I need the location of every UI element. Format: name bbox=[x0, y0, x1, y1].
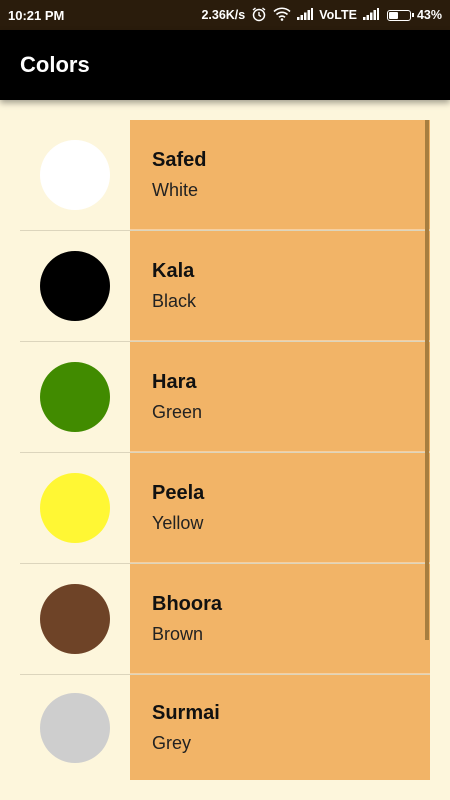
swatch-cell bbox=[20, 564, 130, 674]
list-item[interactable]: Safed White bbox=[20, 120, 430, 231]
app-bar: Colors bbox=[0, 30, 450, 100]
color-name: Kala bbox=[152, 259, 195, 282]
color-swatch bbox=[40, 362, 110, 432]
list-item[interactable]: Hara Green bbox=[20, 342, 430, 453]
battery-percent: 43% bbox=[416, 8, 442, 22]
color-meaning: Grey bbox=[152, 732, 192, 753]
color-text-card[interactable]: Kala Black bbox=[130, 231, 430, 341]
network-speed: 2.36K/s bbox=[201, 8, 246, 22]
color-meaning: Green bbox=[152, 401, 203, 422]
alarm-icon bbox=[251, 6, 267, 25]
page-title: Colors bbox=[20, 52, 90, 77]
color-meaning: Black bbox=[152, 290, 197, 311]
color-text-card[interactable]: Surmai Grey bbox=[130, 675, 430, 780]
carrier-label: VoLTE bbox=[319, 8, 357, 22]
color-swatch bbox=[40, 473, 110, 543]
color-swatch bbox=[40, 584, 110, 654]
color-meaning: Yellow bbox=[152, 512, 204, 533]
list-item[interactable]: Peela Yellow bbox=[20, 453, 430, 564]
swatch-cell bbox=[20, 453, 130, 563]
color-name: Bhoora bbox=[152, 592, 222, 615]
color-text-card[interactable]: Bhoora Brown bbox=[130, 564, 430, 674]
list-item[interactable]: Kala Black bbox=[20, 231, 430, 342]
status-time: 10:21 PM bbox=[8, 7, 65, 23]
color-swatch bbox=[40, 140, 110, 210]
color-name: Hara bbox=[152, 370, 197, 393]
color-meaning: White bbox=[152, 179, 199, 200]
color-name: Safed bbox=[152, 148, 207, 171]
signal-icon bbox=[297, 7, 314, 23]
swatch-cell bbox=[20, 231, 130, 341]
swatch-cell bbox=[20, 120, 130, 230]
wifi-icon bbox=[273, 7, 291, 24]
list-item[interactable]: Surmai Grey bbox=[20, 675, 430, 780]
color-swatch bbox=[40, 251, 110, 321]
signal-icon bbox=[362, 7, 379, 23]
swatch-cell bbox=[20, 675, 130, 780]
status-right-group: 2.36K/s VoLTE 43% bbox=[201, 6, 442, 25]
color-text-card[interactable]: Hara Green bbox=[130, 342, 430, 452]
color-name: Surmai bbox=[152, 701, 220, 724]
color-swatch bbox=[40, 692, 110, 763]
battery-icon bbox=[386, 9, 414, 21]
color-text-card[interactable]: Safed White bbox=[130, 120, 430, 230]
swatch-cell bbox=[20, 342, 130, 452]
color-name: Peela bbox=[152, 481, 205, 504]
scrollbar[interactable] bbox=[425, 120, 429, 640]
color-list: Safed White Kala Black Hara Green Peela Yellow B… bbox=[20, 120, 430, 780]
color-meaning: Brown bbox=[152, 623, 204, 644]
color-text-card[interactable]: Peela Yellow bbox=[130, 453, 430, 563]
list-item[interactable]: Bhoora Brown bbox=[20, 564, 430, 675]
status-bar: 10:21 PM 2.36K/s VoLTE 43% bbox=[0, 0, 450, 30]
